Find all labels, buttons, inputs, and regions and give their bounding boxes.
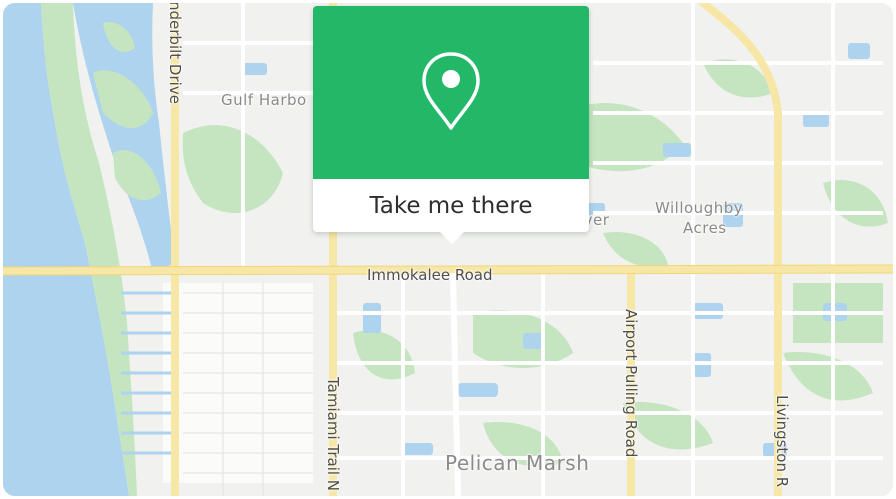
tamiami-trail-label: Tamiami Trail N bbox=[324, 377, 342, 492]
take-me-there-button[interactable]: Take me there bbox=[313, 179, 589, 232]
immokalee-road-label: Immokalee Road bbox=[367, 266, 493, 284]
airport-pulling-road-label: Airport Pulling Road bbox=[622, 309, 640, 458]
willoughby-acres-label-line2: Acres bbox=[683, 219, 727, 237]
livingston-road-label: Livingston R bbox=[773, 395, 791, 488]
gulf-harbor-label: Gulf Harbo bbox=[221, 91, 307, 109]
popup-pointer bbox=[440, 232, 464, 244]
map-view[interactable]: nderbilt Drive Gulf Harbo iver Willoughb… bbox=[3, 3, 893, 496]
popup-header bbox=[313, 6, 589, 179]
willoughby-acres-label-line1: Willoughby bbox=[655, 199, 744, 217]
map-pin-icon bbox=[419, 50, 483, 136]
vanderbilt-drive-label: nderbilt Drive bbox=[166, 3, 184, 104]
pelican-marsh-label: Pelican Marsh bbox=[445, 451, 590, 475]
location-popup: Take me there bbox=[313, 6, 589, 244]
